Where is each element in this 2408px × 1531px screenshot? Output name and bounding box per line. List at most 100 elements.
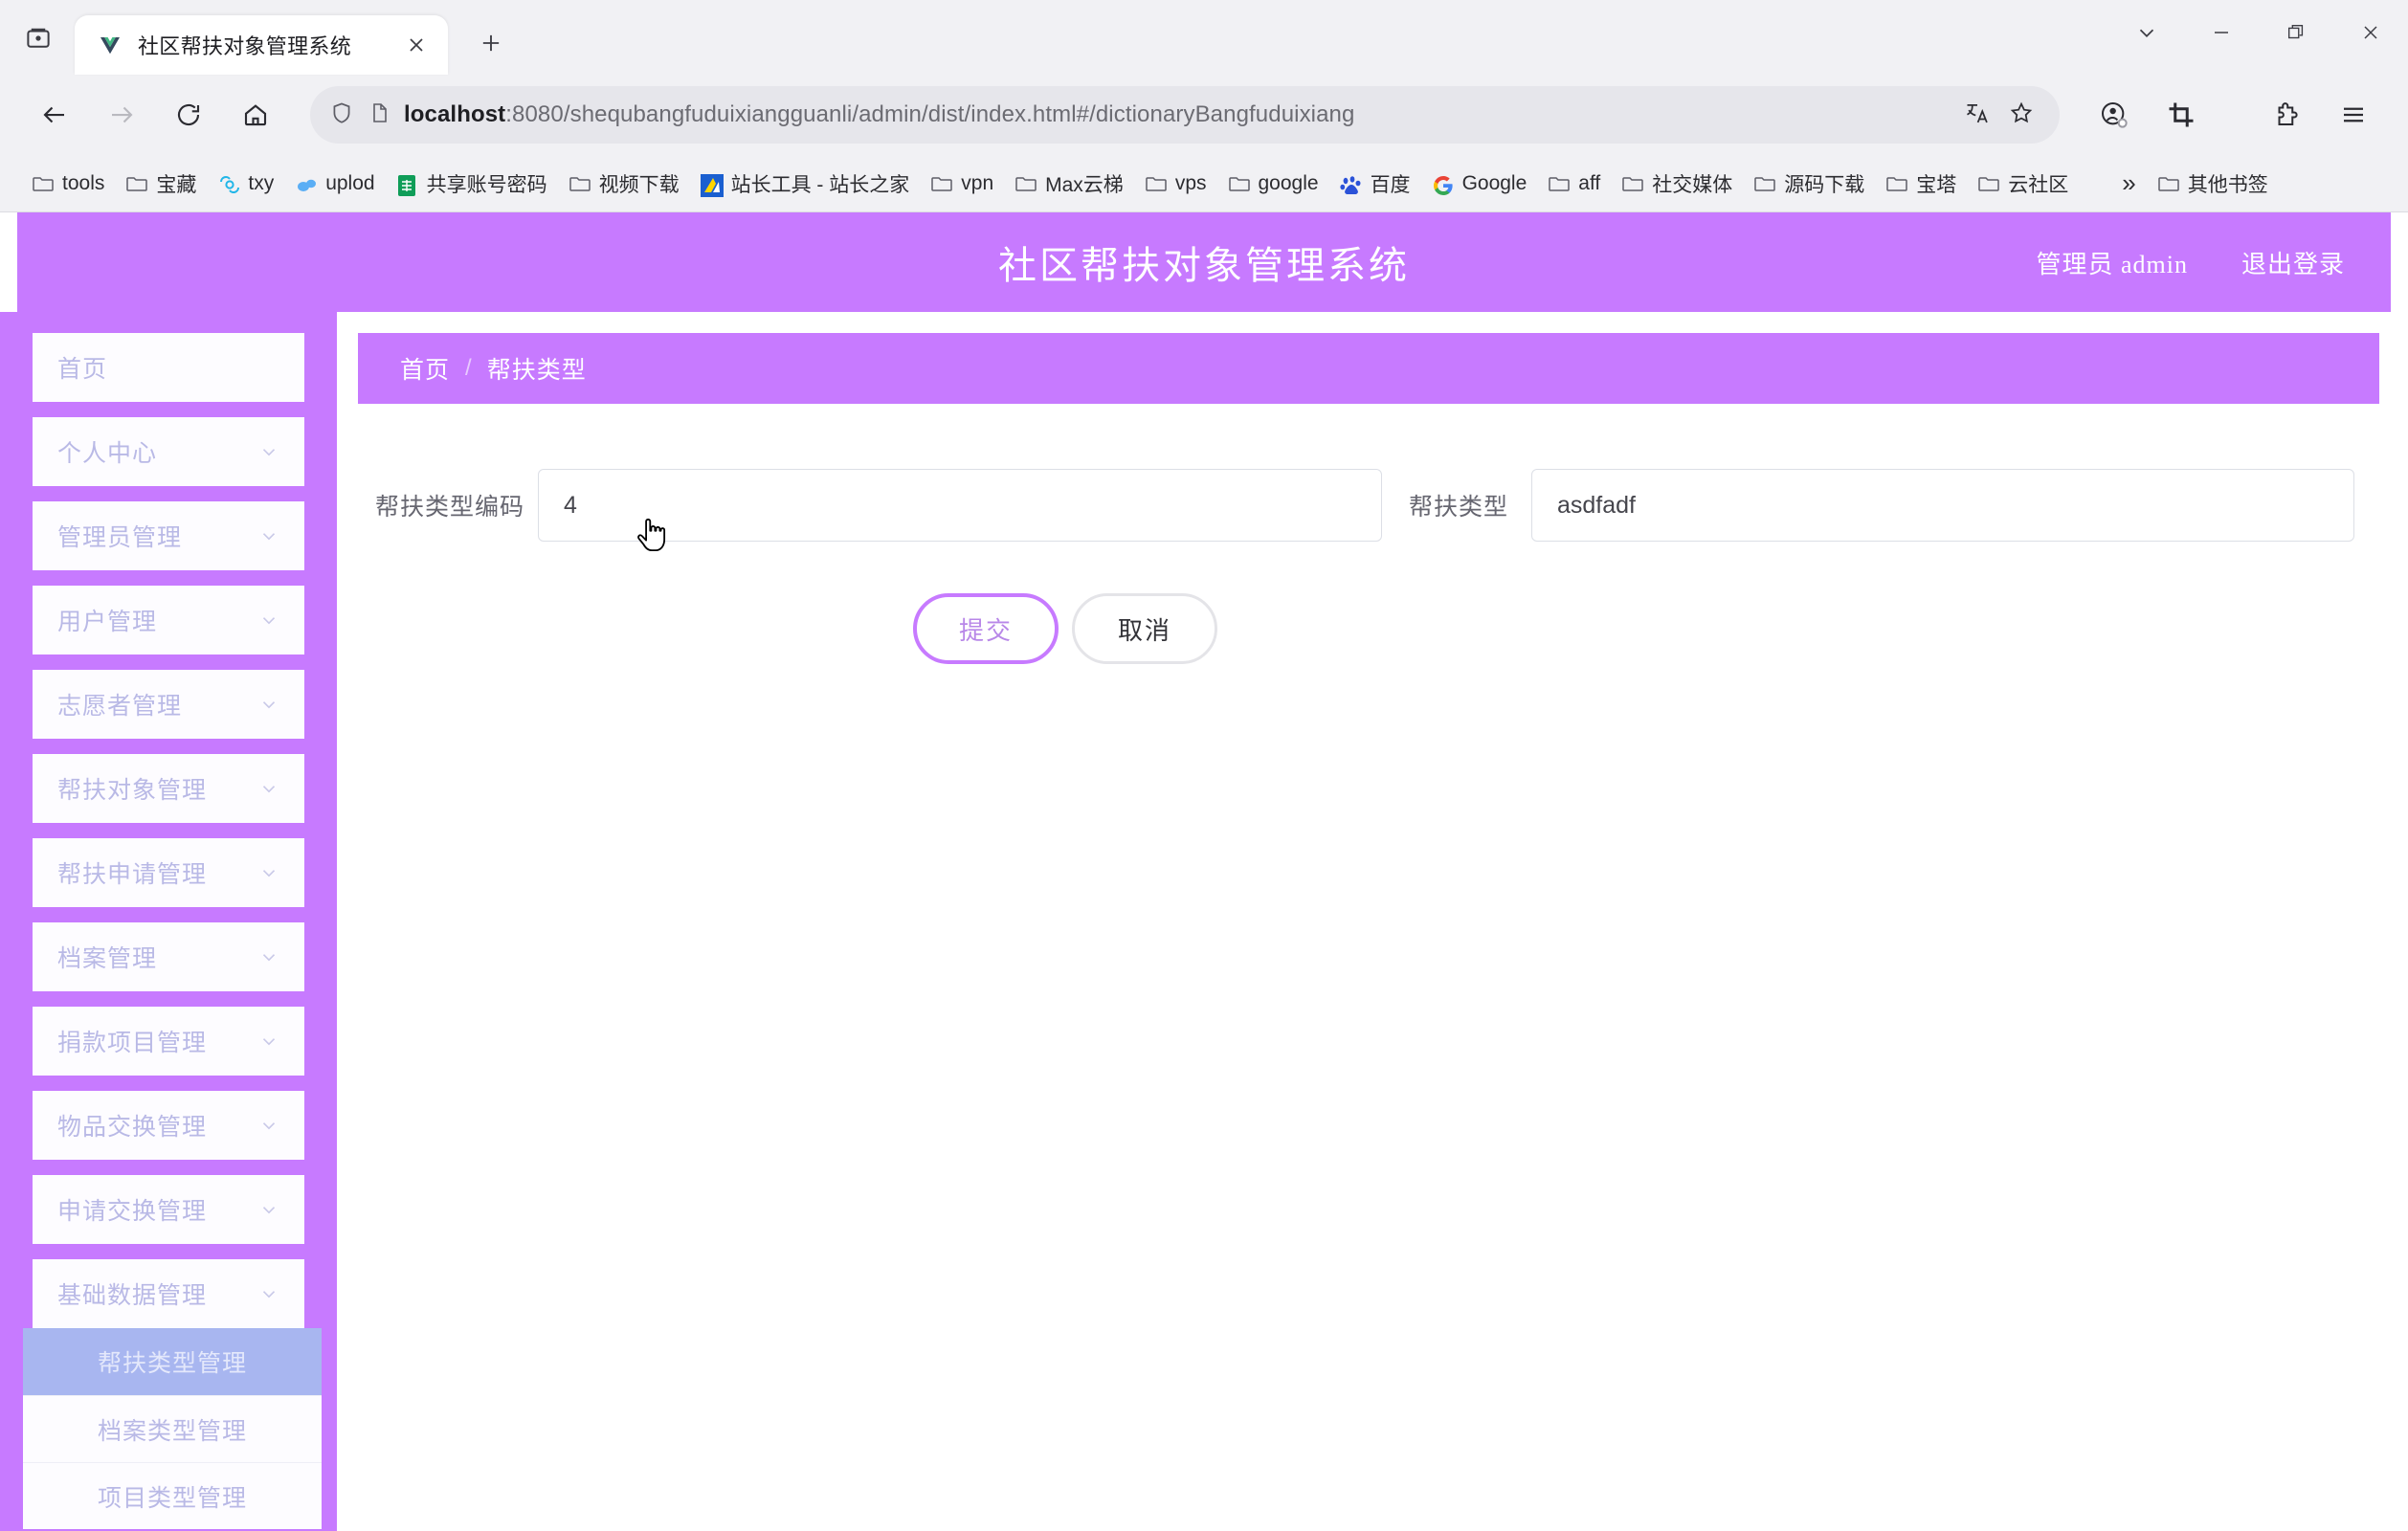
submit-button[interactable]: 提交	[913, 593, 1059, 664]
bookmark-source-download[interactable]: 源码下载	[1743, 164, 1875, 204]
translate-icon[interactable]	[1964, 100, 1991, 131]
crop-icon[interactable]	[2152, 85, 2211, 144]
bookmark-txy[interactable]: txy	[207, 166, 284, 201]
star-icon[interactable]	[2008, 100, 2035, 131]
sidebar-nav: 首页 个人中心 管理员管理 用户管理 志愿者管理 帮扶对象管理 帮扶申请管理 档…	[0, 312, 337, 1531]
hamburger-menu-icon[interactable]	[2324, 85, 2383, 144]
browser-tab[interactable]: 社区帮扶对象管理系统	[75, 15, 448, 75]
sidebar-item-label: 首页	[57, 357, 108, 383]
bookmark-label: 云社区	[2008, 173, 2069, 196]
bookmark-baidu[interactable]: 百度	[1329, 164, 1421, 204]
bookmark-video-download[interactable]: 视频下载	[558, 164, 690, 204]
sidebar-item-home[interactable]: 首页	[33, 333, 304, 402]
bookmark-google-folder[interactable]: google	[1217, 166, 1329, 201]
aid-type-input[interactable]	[1531, 469, 2354, 542]
sidebar-item-personal-center[interactable]: 个人中心	[33, 417, 304, 486]
bookmark-max-yunti[interactable]: Max云梯	[1004, 164, 1134, 204]
minimize-button[interactable]	[2184, 0, 2259, 65]
chevron-down-icon	[258, 778, 279, 799]
chevron-down-icon	[258, 525, 279, 546]
logout-button[interactable]: 退出登录	[2241, 245, 2345, 280]
cancel-button[interactable]: 取消	[1072, 593, 1217, 664]
tab-strip: 社区帮扶对象管理系统	[0, 0, 2408, 75]
sidebar-item-donation-project-management[interactable]: 捐款项目管理	[33, 1007, 304, 1076]
chevron-down-icon	[258, 946, 279, 967]
bookmark-yun-shequ[interactable]: 云社区	[1967, 164, 2079, 204]
sidebar-item-aid-application-management[interactable]: 帮扶申请管理	[33, 838, 304, 907]
submenu-item-project-type-management[interactable]: 项目类型管理	[23, 1462, 322, 1529]
google-icon	[1432, 174, 1455, 195]
chevron-down-icon	[258, 1115, 279, 1136]
sidebar-item-admin-management[interactable]: 管理员管理	[33, 501, 304, 570]
address-bar[interactable]: localhost:8080/shequbangfuduixiangguanli…	[310, 86, 2060, 144]
sidebar-item-basic-data-management[interactable]: 基础数据管理	[33, 1259, 304, 1328]
sidebar-item-user-management[interactable]: 用户管理	[33, 586, 304, 655]
back-arrow-icon[interactable]	[25, 85, 84, 144]
bookmark-social-media[interactable]: 社交媒体	[1611, 164, 1743, 204]
bookmarks-overflow-button[interactable]: »	[2111, 163, 2146, 204]
submenu-item-aid-type-management[interactable]: 帮扶类型管理	[23, 1328, 322, 1395]
tencent-cloud-icon	[217, 174, 240, 193]
reload-icon[interactable]	[159, 85, 218, 144]
folder-icon	[1548, 174, 1571, 193]
chevron-down-icon	[258, 441, 279, 462]
form-actions: 提交 取消	[358, 593, 2379, 664]
sidebar-item-aid-recipient-management[interactable]: 帮扶对象管理	[33, 754, 304, 823]
sidebar-item-exchange-application-management[interactable]: 申请交换管理	[33, 1175, 304, 1244]
new-tab-button[interactable]	[465, 17, 517, 69]
bookmark-tools[interactable]: tools	[21, 166, 115, 201]
bookmark-baozang[interactable]: 宝藏	[115, 164, 207, 204]
folder-icon	[1753, 174, 1776, 193]
home-icon[interactable]	[226, 85, 285, 144]
bookmarks-bar: tools 宝藏 txy uplod 共享账号密码 视频下载 站长工具 - 站长…	[0, 155, 2408, 212]
sidebar-item-label: 基础数据管理	[57, 1283, 208, 1309]
close-icon[interactable]	[402, 31, 431, 59]
bookmark-label: txy	[248, 171, 275, 194]
bookmark-vps[interactable]: vps	[1134, 166, 1217, 201]
bookmark-label: Google	[1461, 171, 1527, 194]
aid-type-code-input[interactable]	[538, 469, 1382, 542]
bookmark-aff[interactable]: aff	[1537, 166, 1611, 201]
chevron-down-icon[interactable]	[2109, 0, 2184, 65]
folder-icon	[1885, 174, 1908, 193]
shield-icon[interactable]	[329, 100, 354, 130]
sidebar-item-archive-management[interactable]: 档案管理	[33, 922, 304, 991]
bookmark-uplod[interactable]: uplod	[284, 166, 385, 201]
breadcrumb-home[interactable]: 首页	[400, 351, 450, 386]
window-controls	[2109, 0, 2408, 65]
tab-search-button[interactable]	[11, 11, 65, 65]
chevron-down-icon	[258, 694, 279, 715]
url-text: localhost:8080/shequbangfuduixiangguanli…	[404, 101, 1354, 128]
other-bookmarks-button[interactable]: 其他书签	[2147, 164, 2279, 204]
form-field-aid-type: 帮扶类型	[1382, 469, 2379, 542]
folder-icon	[1977, 174, 2000, 193]
breadcrumb-current: 帮扶类型	[486, 358, 587, 384]
page-icon	[368, 101, 390, 129]
bookmark-label: google	[1258, 171, 1319, 194]
url-path: :8080/shequbangfuduixiangguanli/admin/di…	[505, 101, 1355, 127]
submenu-item-archive-type-management[interactable]: 档案类型管理	[23, 1395, 322, 1462]
bookmark-vpn[interactable]: vpn	[920, 166, 1004, 201]
puzzle-icon[interactable]	[2257, 85, 2316, 144]
bookmark-google[interactable]: Google	[1421, 166, 1538, 201]
bookmark-label: 站长工具 - 站长之家	[730, 173, 910, 196]
close-window-button[interactable]	[2333, 0, 2408, 65]
bookmark-baota[interactable]: 宝塔	[1875, 164, 1967, 204]
bookmark-shared-accounts[interactable]: 共享账号密码	[386, 164, 558, 204]
cloud-upload-icon	[295, 174, 318, 193]
overflow-chevrons: »	[2122, 168, 2136, 197]
form-label: 帮扶类型	[1409, 495, 1509, 521]
profile-icon[interactable]	[2085, 85, 2144, 144]
forward-arrow-icon[interactable]	[92, 85, 151, 144]
folder-icon	[1014, 174, 1037, 193]
baidu-icon	[1339, 174, 1363, 194]
sidebar-item-label: 帮扶对象管理	[57, 778, 208, 804]
sidebar-item-item-exchange-management[interactable]: 物品交换管理	[33, 1091, 304, 1160]
maximize-button[interactable]	[2259, 0, 2333, 65]
bookmark-chinaz[interactable]: 站长工具 - 站长之家	[690, 164, 921, 204]
bookmark-label: 宝藏	[156, 173, 197, 196]
main-content: 首页 / 帮扶类型 帮扶类型编码 帮扶类型 提交 取消	[337, 312, 2408, 1531]
app-header: 社区帮扶对象管理系统 管理员 admin 退出登录	[17, 212, 2391, 312]
sidebar-item-volunteer-management[interactable]: 志愿者管理	[33, 670, 304, 739]
other-bookmarks-label: 其他书签	[2187, 173, 2268, 196]
